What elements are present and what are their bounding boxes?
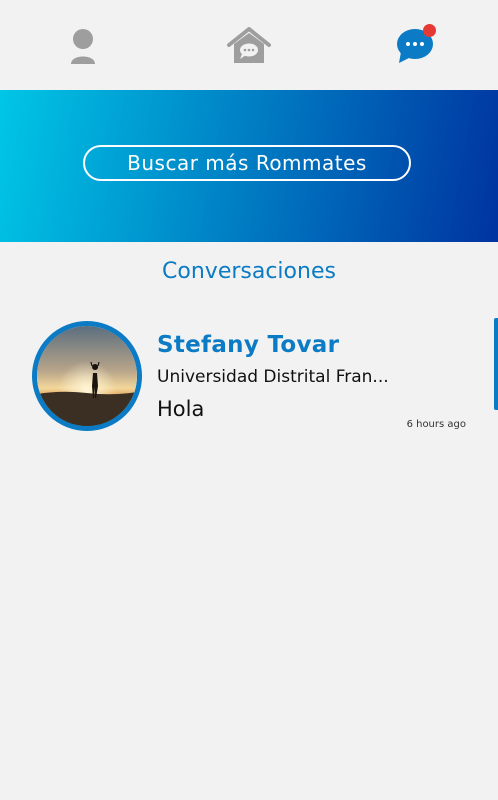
contact-university: Universidad Distrital Fran... — [157, 367, 389, 387]
conversations-title: Conversaciones — [162, 259, 336, 284]
home-tab[interactable] — [225, 22, 273, 70]
search-banner: Buscar más Rommates — [0, 90, 498, 242]
avatar — [32, 321, 142, 431]
profile-tab[interactable] — [59, 22, 107, 70]
conversation-item[interactable]: Stefany Tovar Universidad Distrital Fran… — [0, 318, 498, 438]
home-chat-icon — [227, 27, 271, 63]
message-timestamp: 6 hours ago — [406, 419, 466, 430]
notification-badge — [423, 24, 436, 37]
contact-name: Stefany Tovar — [157, 332, 340, 358]
user-icon — [71, 29, 95, 64]
scroll-indicator[interactable] — [494, 318, 498, 410]
last-message: Hola — [157, 397, 205, 421]
top-navigation — [0, 0, 498, 90]
messages-tab[interactable] — [391, 22, 439, 70]
search-roommates-button[interactable]: Buscar más Rommates — [83, 145, 411, 181]
